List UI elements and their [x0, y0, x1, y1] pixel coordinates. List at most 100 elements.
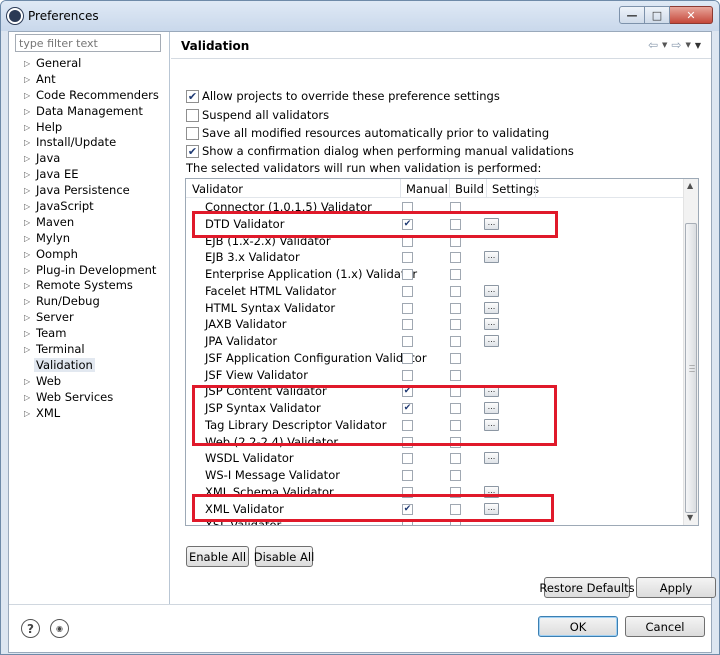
build-checkbox[interactable] [450, 520, 461, 525]
manual-checkbox[interactable] [402, 453, 413, 465]
validator-column-header[interactable]: Validator [192, 182, 243, 196]
settings-button[interactable]: ... [484, 485, 499, 498]
build-checkbox[interactable] [450, 436, 461, 448]
table-row[interactable]: JSP Content Validator ✔... [186, 383, 684, 400]
expand-arrow-icon[interactable]: ▷ [24, 231, 30, 247]
manual-checkbox[interactable]: ✔ [402, 503, 413, 515]
manual-checkbox[interactable]: ✔ [402, 218, 413, 230]
tree-item-java-persistence[interactable]: ▷ Java Persistence [9, 183, 169, 199]
table-row[interactable]: Connector (1.0,1.5) Validator [186, 199, 684, 216]
build-checkbox[interactable] [450, 486, 461, 498]
build-checkbox[interactable] [450, 285, 461, 297]
ok-button[interactable]: OK [538, 616, 618, 637]
table-row[interactable]: EJB 3.x Validator... [186, 249, 684, 266]
expand-arrow-icon[interactable]: ▷ [24, 215, 30, 231]
save-all-option[interactable]: Save all modified resources automaticall… [186, 125, 549, 141]
expand-arrow-icon[interactable]: ▷ [24, 167, 30, 183]
build-checkbox[interactable] [450, 470, 461, 481]
tree-item-xml[interactable]: ▷ XML [9, 406, 169, 422]
chevron-down-icon[interactable]: ▼ [662, 41, 667, 49]
table-row[interactable]: Web (2.2-2.4) Validator [186, 434, 684, 451]
expand-arrow-icon[interactable]: ▷ [24, 326, 30, 342]
manual-checkbox[interactable] [402, 285, 413, 297]
manual-checkbox[interactable] [402, 486, 413, 498]
filter-input[interactable] [15, 34, 161, 52]
tree-item-run-debug[interactable]: ▷ Run/Debug [9, 294, 169, 310]
expand-arrow-icon[interactable]: ▷ [24, 294, 30, 310]
tree-item-java-ee[interactable]: ▷ Java EE [9, 167, 169, 183]
expand-arrow-icon[interactable]: ▷ [24, 199, 30, 215]
settings-button[interactable]: ... [484, 251, 499, 264]
table-row[interactable]: Tag Library Descriptor Validator... [186, 417, 684, 434]
tree-item-data-management[interactable]: ▷ Data Management [9, 104, 169, 120]
tree-item-plug-in-development[interactable]: ▷ Plug-in Development [9, 263, 169, 279]
help-icon[interactable]: ? [21, 619, 40, 638]
chevron-down-icon[interactable]: ▼ [685, 41, 690, 49]
manual-checkbox[interactable] [402, 352, 413, 364]
table-row[interactable]: WS-I Message Validator [186, 467, 684, 484]
expand-arrow-icon[interactable]: ▷ [24, 135, 30, 151]
manual-checkbox[interactable] [402, 269, 413, 280]
build-checkbox[interactable] [450, 302, 461, 314]
table-row[interactable]: JSP Syntax Validator ✔... [186, 400, 684, 417]
build-checkbox[interactable] [450, 453, 461, 465]
build-checkbox[interactable] [450, 419, 461, 431]
expand-arrow-icon[interactable]: ▷ [24, 278, 30, 294]
expand-arrow-icon[interactable]: ▷ [24, 151, 30, 167]
table-row[interactable]: JAXB Validator... [186, 316, 684, 333]
tree-item-terminal[interactable]: ▷ Terminal [9, 342, 169, 358]
manual-checkbox[interactable] [402, 302, 413, 314]
table-scrollbar[interactable]: ▲ — — — ▼ [683, 179, 698, 525]
restore-defaults-button[interactable]: Restore Defaults [539, 577, 635, 598]
expand-arrow-icon[interactable]: ▷ [24, 406, 30, 422]
minimize-button[interactable]: — [619, 6, 645, 24]
tree-item-mylyn[interactable]: ▷ Mylyn [9, 231, 169, 247]
settings-button[interactable]: ... [484, 452, 499, 465]
tree-item-oomph[interactable]: ▷ Oomph [9, 247, 169, 263]
tree-item-help[interactable]: ▷ Help [9, 120, 169, 136]
cancel-button[interactable]: Cancel [625, 616, 705, 637]
build-checkbox[interactable] [450, 403, 461, 414]
expand-arrow-icon[interactable]: ▷ [24, 310, 30, 326]
manual-checkbox[interactable]: ✔ [402, 386, 413, 398]
apply-button[interactable]: Apply [636, 577, 716, 598]
forward-icon[interactable]: ⇨ [671, 38, 681, 52]
tree-item-team[interactable]: ▷ Team [9, 326, 169, 342]
build-checkbox[interactable] [450, 202, 461, 213]
manual-checkbox[interactable] [402, 436, 413, 448]
expand-arrow-icon[interactable]: ▷ [24, 390, 30, 406]
table-row[interactable]: JSF View Validator [186, 367, 684, 384]
manual-checkbox[interactable] [402, 470, 413, 481]
expand-arrow-icon[interactable]: ▷ [24, 342, 30, 358]
tree-item-java[interactable]: ▷ Java [9, 151, 169, 167]
expand-arrow-icon[interactable]: ▷ [24, 56, 30, 72]
build-checkbox[interactable] [450, 503, 461, 515]
allow-override-checkbox[interactable]: ✔ [186, 89, 199, 103]
maximize-button[interactable]: □ [645, 6, 670, 24]
expand-arrow-icon[interactable]: ▷ [24, 263, 30, 279]
tree-item-general[interactable]: ▷ General [9, 56, 169, 72]
expand-arrow-icon[interactable]: ▷ [24, 72, 30, 88]
table-row[interactable]: JSF Application Configuration Validator [186, 350, 684, 367]
expand-arrow-icon[interactable]: ▷ [24, 183, 30, 199]
expand-arrow-icon[interactable]: ▷ [24, 120, 30, 136]
settings-button[interactable]: ... [484, 385, 499, 398]
table-row[interactable]: Enterprise Application (1.x) Validator [186, 266, 684, 283]
build-checkbox[interactable] [450, 218, 461, 230]
manual-checkbox[interactable] [402, 202, 413, 213]
settings-button[interactable]: ... [484, 402, 499, 414]
view-menu-icon[interactable]: ▼ [695, 41, 701, 50]
scroll-thumb[interactable]: — — — [685, 223, 697, 513]
table-row[interactable]: Facelet HTML Validator... [186, 283, 684, 300]
table-row[interactable]: XSL Validator [186, 517, 684, 525]
settings-column-header[interactable]: Settings [492, 182, 539, 196]
tree-item-javascript[interactable]: ▷ JavaScript [9, 199, 169, 215]
suspend-all-checkbox[interactable] [186, 108, 199, 122]
expand-arrow-icon[interactable]: ▷ [24, 374, 30, 390]
table-row[interactable]: EJB (1.x-2.x) Validator [186, 233, 684, 250]
table-row[interactable]: DTD Validator ✔... [186, 216, 684, 233]
tree-item-install-update[interactable]: ▷ Install/Update [9, 135, 169, 151]
manual-checkbox[interactable]: ✔ [402, 403, 413, 414]
table-row[interactable]: HTML Syntax Validator... [186, 300, 684, 317]
settings-button[interactable]: ... [484, 217, 499, 230]
